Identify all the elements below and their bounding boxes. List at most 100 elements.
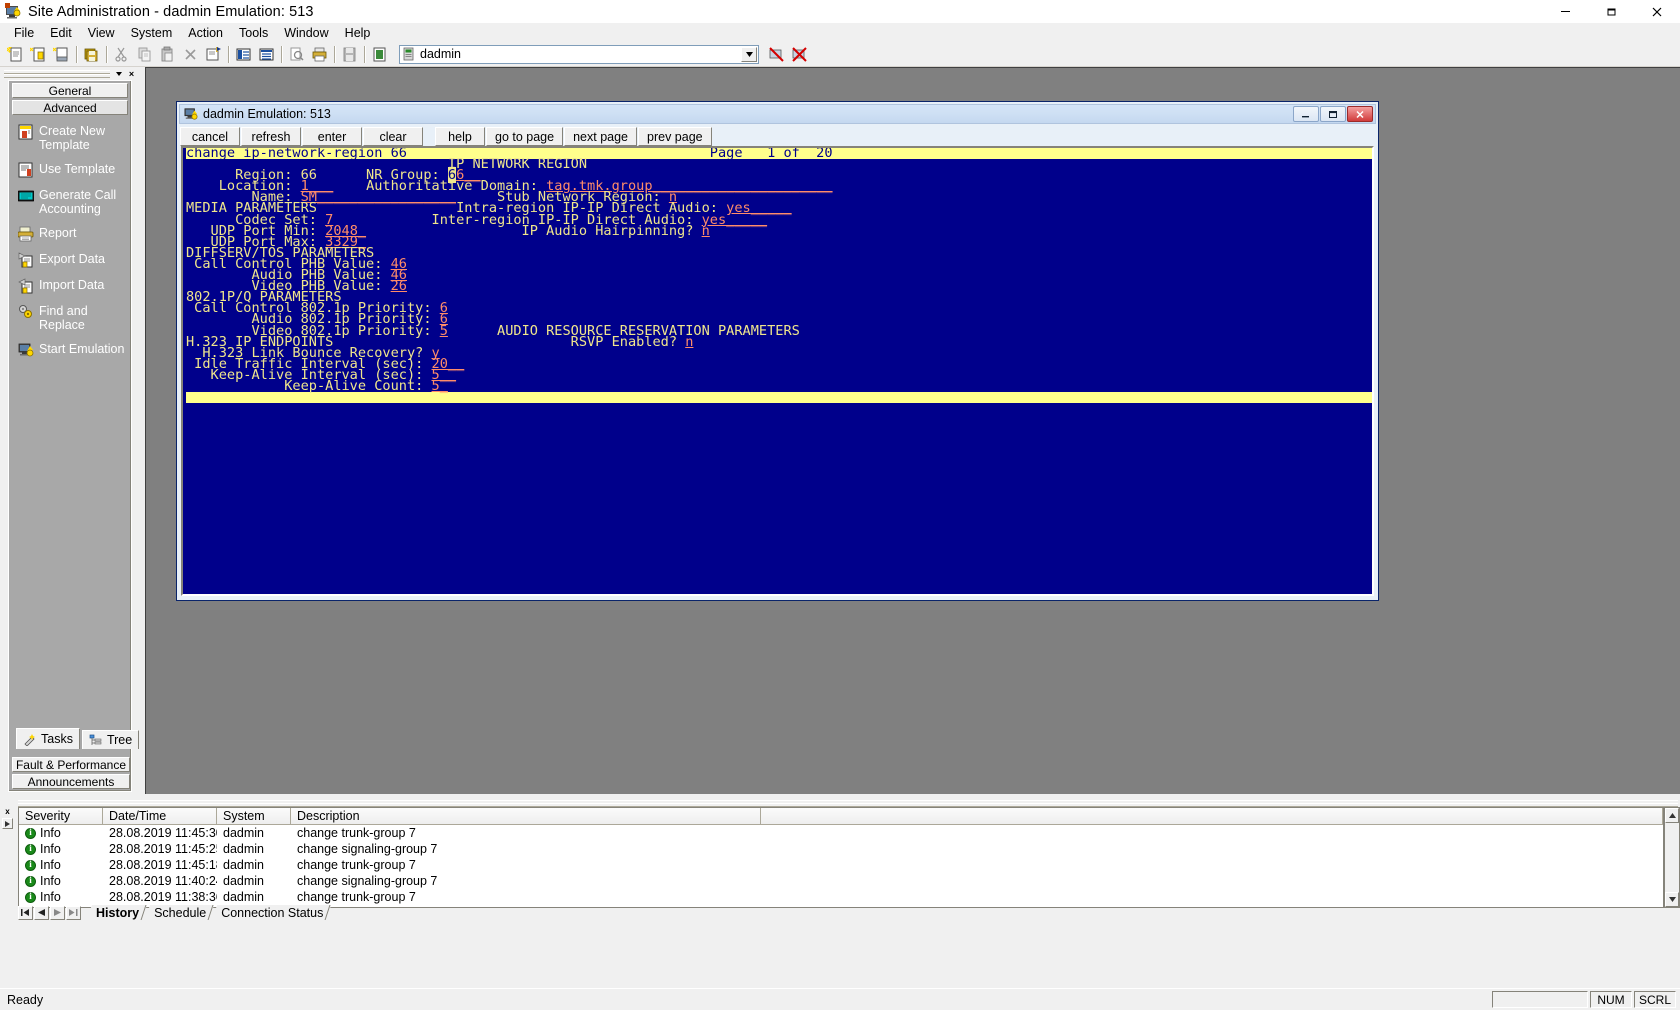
disconnect-icon[interactable] bbox=[765, 44, 787, 65]
log-column-header[interactable]: Severity bbox=[19, 808, 103, 824]
menu-help[interactable]: Help bbox=[337, 25, 379, 41]
chevron-down-icon[interactable] bbox=[741, 46, 757, 62]
emulation-icon bbox=[184, 107, 198, 121]
enter-button[interactable]: enter bbox=[302, 127, 362, 146]
sidebar-close-button[interactable]: × bbox=[125, 68, 138, 79]
sidebar-button-announcements[interactable]: Announcements bbox=[12, 774, 130, 789]
sidebar-dropdown-button[interactable] bbox=[112, 68, 125, 79]
detail-view-icon[interactable] bbox=[255, 44, 277, 65]
log-column-header[interactable]: Description bbox=[291, 808, 761, 824]
scroll-down-button[interactable] bbox=[1665, 892, 1679, 907]
menu-bar: File Edit View System Action Tools Windo… bbox=[0, 23, 1680, 42]
prev-page-button[interactable]: prev page bbox=[638, 127, 712, 146]
sidebar-item-create-new-template[interactable]: Create New Template bbox=[18, 124, 131, 152]
menu-view[interactable]: View bbox=[80, 25, 123, 41]
next-record-button[interactable] bbox=[50, 905, 65, 920]
table-row[interactable]: Info 28.08.2019 11:40:24 dadmin change sign… bbox=[19, 873, 1663, 889]
minimize-button[interactable] bbox=[1542, 0, 1588, 23]
terminal-field-value[interactable]: yes_____ bbox=[702, 212, 767, 228]
log-column-header[interactable]: Date/Time bbox=[103, 808, 217, 824]
table-row[interactable]: Info 28.08.2019 11:45:30 dadmin change trun… bbox=[19, 825, 1663, 841]
first-record-button[interactable] bbox=[18, 905, 33, 920]
sidebar-item-use-template[interactable]: Use Template bbox=[18, 162, 131, 178]
emulation-maximize-button[interactable] bbox=[1320, 106, 1346, 122]
log-tab-history[interactable]: History bbox=[86, 905, 147, 920]
menu-system[interactable]: System bbox=[123, 25, 181, 41]
emulation-title-bar[interactable]: dadmin Emulation: 513 bbox=[179, 104, 1376, 124]
log-expand-button[interactable] bbox=[2, 818, 13, 829]
close-button[interactable] bbox=[1634, 0, 1680, 23]
log-column-header[interactable]: System bbox=[217, 808, 291, 824]
list-view-icon[interactable] bbox=[232, 44, 254, 65]
log-tab-schedule[interactable]: Schedule bbox=[144, 905, 214, 920]
copy-icon[interactable] bbox=[133, 44, 155, 65]
refresh-button[interactable]: refresh bbox=[241, 127, 301, 146]
go-to-page-button[interactable]: go to page bbox=[486, 127, 564, 146]
sidebar-tab-general[interactable]: General bbox=[12, 83, 128, 98]
cancel-button[interactable]: cancel bbox=[180, 127, 240, 146]
menu-action[interactable]: Action bbox=[180, 25, 231, 41]
delete-icon[interactable] bbox=[179, 44, 201, 65]
clear-button[interactable]: clear bbox=[363, 127, 423, 146]
emulation-close-button[interactable] bbox=[1347, 106, 1373, 122]
maximize-button[interactable] bbox=[1588, 0, 1634, 23]
emulation-minimize-button[interactable] bbox=[1293, 106, 1319, 122]
terminal-screen[interactable]: change ip-network-region 66 Page 1 of 20… bbox=[186, 148, 1372, 594]
table-row[interactable]: Info 28.08.2019 11:45:25 dadmin change sign… bbox=[19, 841, 1663, 857]
sidebar-item-export-data[interactable]: Export Data bbox=[18, 252, 131, 268]
log-tab-connection-status[interactable]: Connection Status bbox=[211, 905, 331, 920]
save-all-icon[interactable] bbox=[80, 44, 102, 65]
sidebar-bottom-buttons: Fault & Performance Announcements bbox=[9, 757, 133, 791]
log-grid: SeverityDate/TimeSystemDescription Info 2… bbox=[18, 807, 1664, 908]
terminal-field-value[interactable]: n bbox=[685, 334, 693, 350]
prev-record-button[interactable] bbox=[34, 905, 49, 920]
properties-icon[interactable] bbox=[202, 44, 224, 65]
print-icon[interactable] bbox=[308, 44, 330, 65]
sidebar-tab-advanced[interactable]: Advanced bbox=[12, 100, 128, 115]
sidebar-button-fault-performance[interactable]: Fault & Performance bbox=[12, 757, 130, 772]
new-from-template-icon[interactable] bbox=[27, 44, 49, 65]
device-combo[interactable]: dadmin bbox=[399, 44, 759, 64]
scroll-up-button[interactable] bbox=[1665, 808, 1679, 823]
last-record-button[interactable] bbox=[66, 905, 81, 920]
device-combo-value: dadmin bbox=[420, 47, 461, 61]
sidebar-item-report[interactable]: Report bbox=[17, 226, 131, 242]
terminal-field-value[interactable]: 26 bbox=[391, 278, 407, 294]
menu-edit[interactable]: Edit bbox=[42, 25, 80, 41]
tasks-icon bbox=[23, 733, 37, 747]
prev-page-button-label: prev page bbox=[647, 129, 703, 144]
table-row[interactable]: Info 28.08.2019 11:38:36 dadmin change trun… bbox=[19, 889, 1663, 905]
next-page-button[interactable]: next page bbox=[564, 127, 638, 146]
cut-icon[interactable] bbox=[110, 44, 132, 65]
go-to-page-button-label: go to page bbox=[495, 129, 555, 144]
tab-tree[interactable]: Tree bbox=[81, 730, 140, 749]
print-preview-icon[interactable] bbox=[285, 44, 307, 65]
tab-tasks[interactable]: Tasks bbox=[16, 728, 80, 749]
save-icon[interactable] bbox=[338, 44, 360, 65]
menu-file[interactable]: File bbox=[6, 25, 42, 41]
enter-button-label: enter bbox=[317, 129, 347, 144]
new-document-icon[interactable] bbox=[4, 44, 26, 65]
log-panel-splitter[interactable] bbox=[0, 800, 1680, 807]
log-vertical-scrollbar[interactable] bbox=[1664, 807, 1680, 908]
paste-icon[interactable] bbox=[156, 44, 178, 65]
call-accounting-icon bbox=[17, 188, 35, 204]
menu-tools[interactable]: Tools bbox=[231, 25, 276, 41]
table-row[interactable]: Info 28.08.2019 11:45:18 dadmin change trun… bbox=[19, 857, 1663, 873]
report-icon[interactable] bbox=[368, 44, 390, 65]
sidebar-item-generate-call-accounting[interactable]: Generate Call Accounting bbox=[17, 188, 131, 216]
help-button[interactable]: help bbox=[435, 127, 485, 146]
sidebar-drag-grip[interactable] bbox=[2, 70, 112, 78]
template-use-icon bbox=[18, 162, 34, 178]
log-close-button[interactable]: x bbox=[2, 806, 13, 817]
sidebar-item-label: Find and Replace bbox=[39, 304, 88, 332]
sidebar-item-find-and-replace[interactable]: Find and Replace bbox=[18, 304, 131, 332]
open-icon[interactable] bbox=[50, 44, 72, 65]
disconnect-all-icon[interactable] bbox=[788, 44, 810, 65]
sidebar-item-import-data[interactable]: Import Data bbox=[18, 278, 131, 294]
log-cell-description: change signaling-group 7 bbox=[297, 842, 438, 856]
terminal-field-value[interactable]: n bbox=[702, 223, 710, 239]
sidebar-item-start-emulation[interactable]: Start Emulation bbox=[18, 342, 131, 358]
log-tab-label: Connection Status bbox=[221, 905, 324, 920]
menu-window[interactable]: Window bbox=[276, 25, 336, 41]
